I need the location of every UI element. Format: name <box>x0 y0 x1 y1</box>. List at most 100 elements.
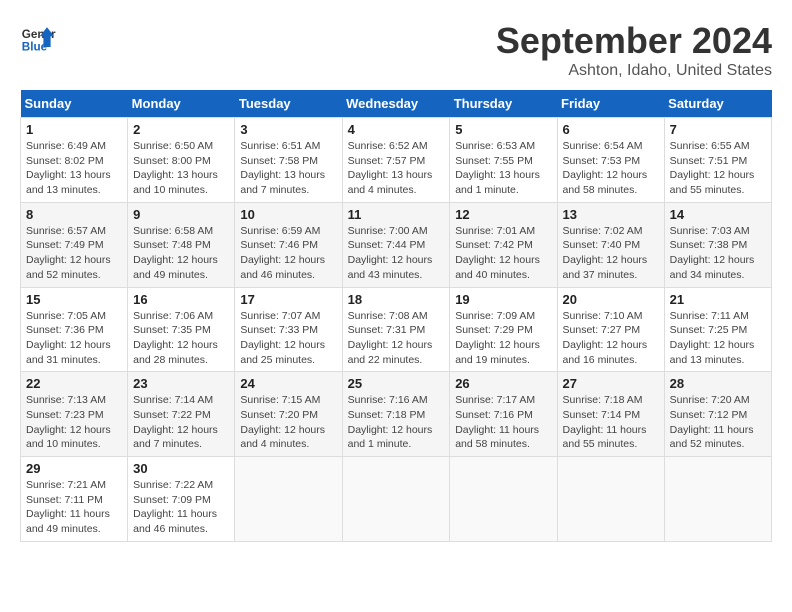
day-cell-14: 14Sunrise: 7:03 AM Sunset: 7:38 PM Dayli… <box>664 202 771 287</box>
day-detail: Sunrise: 7:11 AM Sunset: 7:25 PM Dayligh… <box>670 309 766 368</box>
col-header-friday: Friday <box>557 90 664 118</box>
logo: General Blue <box>20 20 56 56</box>
day-number: 21 <box>670 292 766 307</box>
header: General Blue September 2024 Ashton, Idah… <box>20 20 772 80</box>
day-cell-26: 26Sunrise: 7:17 AM Sunset: 7:16 PM Dayli… <box>450 372 557 457</box>
col-header-saturday: Saturday <box>664 90 771 118</box>
day-number: 19 <box>455 292 551 307</box>
day-detail: Sunrise: 7:20 AM Sunset: 7:12 PM Dayligh… <box>670 393 766 452</box>
title-area: September 2024 Ashton, Idaho, United Sta… <box>496 20 772 80</box>
day-number: 2 <box>133 122 229 137</box>
day-detail: Sunrise: 7:16 AM Sunset: 7:18 PM Dayligh… <box>348 393 445 452</box>
day-number: 23 <box>133 376 229 391</box>
day-detail: Sunrise: 6:50 AM Sunset: 8:00 PM Dayligh… <box>133 139 229 198</box>
week-row-5: 29 Sunrise: 7:21 AM Sunset: 7:11 PM Dayli… <box>21 457 772 542</box>
day-cell-22: 22 Sunrise: 7:13 AM Sunset: 7:23 PM Dayli… <box>21 372 128 457</box>
day-number: 28 <box>670 376 766 391</box>
week-row-1: 1 Sunrise: 6:49 AM Sunset: 8:02 PM Daylig… <box>21 118 772 203</box>
day-detail: Sunrise: 6:52 AM Sunset: 7:57 PM Dayligh… <box>348 139 445 198</box>
day-detail: Sunrise: 7:13 AM Sunset: 7:23 PM Dayligh… <box>26 393 122 452</box>
day-cell-17: 17Sunrise: 7:07 AM Sunset: 7:33 PM Dayli… <box>235 287 342 372</box>
empty-cell <box>664 457 771 542</box>
day-detail: Sunrise: 6:49 AM Sunset: 8:02 PM Dayligh… <box>26 139 122 198</box>
col-header-thursday: Thursday <box>450 90 557 118</box>
day-number: 6 <box>563 122 659 137</box>
day-detail: Sunrise: 7:17 AM Sunset: 7:16 PM Dayligh… <box>455 393 551 452</box>
day-detail: Sunrise: 7:02 AM Sunset: 7:40 PM Dayligh… <box>563 224 659 283</box>
day-cell-6: 6 Sunrise: 6:54 AM Sunset: 7:53 PM Daylig… <box>557 118 664 203</box>
day-detail: Sunrise: 6:58 AM Sunset: 7:48 PM Dayligh… <box>133 224 229 283</box>
calendar-table: SundayMondayTuesdayWednesdayThursdayFrid… <box>20 90 772 542</box>
day-cell-24: 24 Sunrise: 7:15 AM Sunset: 7:20 PM Dayli… <box>235 372 342 457</box>
day-detail: Sunrise: 7:15 AM Sunset: 7:20 PM Dayligh… <box>240 393 336 452</box>
day-cell-8: 8 Sunrise: 6:57 AM Sunset: 7:49 PM Daylig… <box>21 202 128 287</box>
column-headers: SundayMondayTuesdayWednesdayThursdayFrid… <box>21 90 772 118</box>
col-header-sunday: Sunday <box>21 90 128 118</box>
day-cell-12: 12 Sunrise: 7:01 AM Sunset: 7:42 PM Dayli… <box>450 202 557 287</box>
day-detail: Sunrise: 7:21 AM Sunset: 7:11 PM Dayligh… <box>26 478 122 537</box>
day-number: 30 <box>133 461 229 476</box>
day-detail: Sunrise: 7:09 AM Sunset: 7:29 PM Dayligh… <box>455 309 551 368</box>
day-number: 25 <box>348 376 445 391</box>
day-number: 27 <box>563 376 659 391</box>
day-detail: Sunrise: 7:10 AM Sunset: 7:27 PM Dayligh… <box>563 309 659 368</box>
day-number: 4 <box>348 122 445 137</box>
empty-cell <box>235 457 342 542</box>
day-detail: Sunrise: 7:06 AM Sunset: 7:35 PM Dayligh… <box>133 309 229 368</box>
day-cell-10: 10 Sunrise: 6:59 AM Sunset: 7:46 PM Dayli… <box>235 202 342 287</box>
day-number: 16 <box>133 292 229 307</box>
day-detail: Sunrise: 7:22 AM Sunset: 7:09 PM Dayligh… <box>133 478 229 537</box>
day-detail: Sunrise: 6:59 AM Sunset: 7:46 PM Dayligh… <box>240 224 336 283</box>
day-number: 10 <box>240 207 336 222</box>
day-cell-11: 11 Sunrise: 7:00 AM Sunset: 7:44 PM Dayli… <box>342 202 450 287</box>
empty-cell <box>557 457 664 542</box>
day-number: 22 <box>26 376 122 391</box>
day-detail: Sunrise: 6:54 AM Sunset: 7:53 PM Dayligh… <box>563 139 659 198</box>
day-cell-28: 28 Sunrise: 7:20 AM Sunset: 7:12 PM Dayli… <box>664 372 771 457</box>
day-cell-13: 13Sunrise: 7:02 AM Sunset: 7:40 PM Dayli… <box>557 202 664 287</box>
day-number: 29 <box>26 461 122 476</box>
day-number: 7 <box>670 122 766 137</box>
day-cell-4: 4 Sunrise: 6:52 AM Sunset: 7:57 PM Daylig… <box>342 118 450 203</box>
day-cell-29: 29 Sunrise: 7:21 AM Sunset: 7:11 PM Dayli… <box>21 457 128 542</box>
day-detail: Sunrise: 7:00 AM Sunset: 7:44 PM Dayligh… <box>348 224 445 283</box>
day-cell-3: 3Sunrise: 6:51 AM Sunset: 7:58 PM Daylig… <box>235 118 342 203</box>
day-number: 8 <box>26 207 122 222</box>
day-number: 12 <box>455 207 551 222</box>
day-cell-1: 1 Sunrise: 6:49 AM Sunset: 8:02 PM Daylig… <box>21 118 128 203</box>
day-cell-21: 21 Sunrise: 7:11 AM Sunset: 7:25 PM Dayli… <box>664 287 771 372</box>
empty-cell <box>342 457 450 542</box>
day-cell-9: 9Sunrise: 6:58 AM Sunset: 7:48 PM Daylig… <box>128 202 235 287</box>
day-detail: Sunrise: 6:57 AM Sunset: 7:49 PM Dayligh… <box>26 224 122 283</box>
day-cell-23: 23 Sunrise: 7:14 AM Sunset: 7:22 PM Dayli… <box>128 372 235 457</box>
logo-icon: General Blue <box>20 20 56 56</box>
day-number: 18 <box>348 292 445 307</box>
week-row-3: 15Sunrise: 7:05 AM Sunset: 7:36 PM Dayli… <box>21 287 772 372</box>
empty-cell <box>450 457 557 542</box>
day-cell-30: 30 Sunrise: 7:22 AM Sunset: 7:09 PM Dayli… <box>128 457 235 542</box>
day-detail: Sunrise: 7:01 AM Sunset: 7:42 PM Dayligh… <box>455 224 551 283</box>
day-cell-20: 20Sunrise: 7:10 AM Sunset: 7:27 PM Dayli… <box>557 287 664 372</box>
day-number: 24 <box>240 376 336 391</box>
day-detail: Sunrise: 6:53 AM Sunset: 7:55 PM Dayligh… <box>455 139 551 198</box>
day-cell-18: 18Sunrise: 7:08 AM Sunset: 7:31 PM Dayli… <box>342 287 450 372</box>
day-cell-15: 15Sunrise: 7:05 AM Sunset: 7:36 PM Dayli… <box>21 287 128 372</box>
day-cell-7: 7 Sunrise: 6:55 AM Sunset: 7:51 PM Daylig… <box>664 118 771 203</box>
day-cell-5: 5Sunrise: 6:53 AM Sunset: 7:55 PM Daylig… <box>450 118 557 203</box>
week-row-4: 22 Sunrise: 7:13 AM Sunset: 7:23 PM Dayli… <box>21 372 772 457</box>
day-number: 15 <box>26 292 122 307</box>
col-header-wednesday: Wednesday <box>342 90 450 118</box>
day-cell-19: 19 Sunrise: 7:09 AM Sunset: 7:29 PM Dayli… <box>450 287 557 372</box>
col-header-monday: Monday <box>128 90 235 118</box>
day-number: 14 <box>670 207 766 222</box>
day-detail: Sunrise: 7:14 AM Sunset: 7:22 PM Dayligh… <box>133 393 229 452</box>
calendar-body: 1 Sunrise: 6:49 AM Sunset: 8:02 PM Daylig… <box>21 118 772 542</box>
day-detail: Sunrise: 6:51 AM Sunset: 7:58 PM Dayligh… <box>240 139 336 198</box>
day-detail: Sunrise: 6:55 AM Sunset: 7:51 PM Dayligh… <box>670 139 766 198</box>
day-number: 17 <box>240 292 336 307</box>
day-number: 11 <box>348 207 445 222</box>
day-number: 1 <box>26 122 122 137</box>
calendar-title: September 2024 <box>496 20 772 62</box>
day-cell-2: 2 Sunrise: 6:50 AM Sunset: 8:00 PM Daylig… <box>128 118 235 203</box>
day-cell-16: 16 Sunrise: 7:06 AM Sunset: 7:35 PM Dayli… <box>128 287 235 372</box>
